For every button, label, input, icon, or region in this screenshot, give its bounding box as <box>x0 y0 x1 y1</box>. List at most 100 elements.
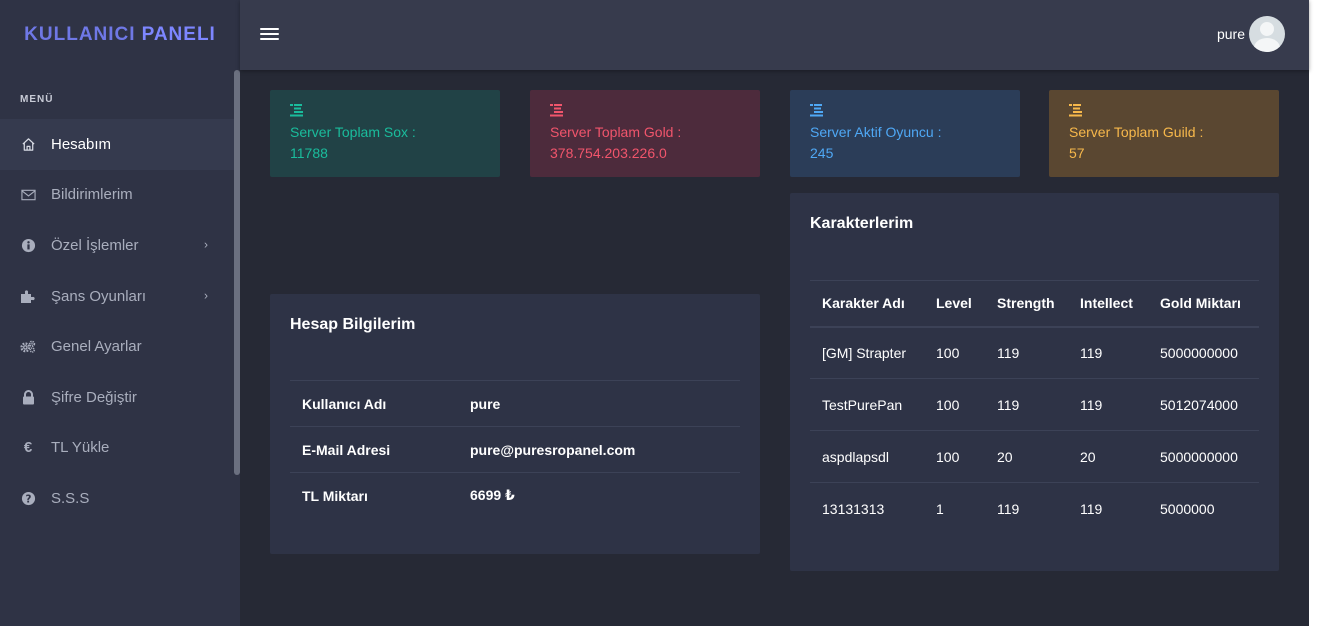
question-circle-icon: ? <box>20 490 36 506</box>
table-cell: TestPurePan <box>810 378 924 431</box>
table-cell: 100 <box>924 430 985 483</box>
info-value: pure@puresropanel.com <box>458 426 740 473</box>
stat-card-sox: Server Toplam Sox : 11788 <box>270 90 500 177</box>
sidebar-item-sss[interactable]: ? S.S.S <box>0 473 234 524</box>
euro-icon: € <box>23 439 33 457</box>
sidebar-item-label: S.S.S <box>51 489 90 507</box>
table-cell: aspdlapsdl <box>810 430 924 483</box>
table-cell: 100 <box>924 326 985 379</box>
info-label: TL Miktarı <box>290 472 458 519</box>
table-row: E-Mail Adresi pure@puresropanel.com <box>290 426 740 473</box>
stat-label: Server Toplam Sox : <box>290 124 416 140</box>
info-label: Kullanıcı Adı <box>290 380 458 427</box>
stat-label: Server Toplam Guild : <box>1069 124 1204 140</box>
envelope-icon <box>20 187 36 203</box>
table-cell: 119 <box>985 378 1068 431</box>
table-cell: 1 <box>924 482 985 535</box>
column-header: Strength <box>985 280 1068 328</box>
app-root: KULLANICI PANELI MENÜ Hesabım Bildirimle… <box>0 0 1309 626</box>
column-header: Intellect <box>1068 280 1148 328</box>
table-row: 13131313 1 119 119 5000000 <box>810 482 1259 535</box>
sidebar-item-genel-ayarlar[interactable]: Genel Ayarlar <box>0 321 234 372</box>
puzzle-icon <box>20 288 36 304</box>
svg-text:?: ? <box>25 493 31 505</box>
stat-label: Server Aktif Oyuncu : <box>810 124 942 140</box>
menu-section-title: MENÜ <box>20 94 54 105</box>
sidebar-scrollbar[interactable] <box>234 70 240 475</box>
table-header-row: Karakter Adı Level Strength Intellect Go… <box>810 280 1259 328</box>
table-row: TL Miktarı 6699 ₺ <box>290 472 740 519</box>
card-title: Hesap Bilgilerim <box>290 316 416 333</box>
sidebar-item-bildirimlerim[interactable]: Bildirimlerim <box>0 170 234 221</box>
sidebar-item-hesabim[interactable]: Hesabım <box>0 119 234 170</box>
info-circle-icon <box>20 237 36 253</box>
list-icon <box>810 104 824 118</box>
sidebar-item-label: Özel İşlemler <box>51 236 139 254</box>
sidebar-item-label: TL Yükle <box>51 439 110 457</box>
table-cell: [GM] Strapter <box>810 326 924 379</box>
stat-value: 378.754.203.226.0 <box>550 145 667 161</box>
sidebar-item-label: Genel Ayarlar <box>51 338 142 356</box>
table-cell: 5000000 <box>1148 482 1259 535</box>
topbar: pure <box>240 0 1309 70</box>
sidebar: KULLANICI PANELI MENÜ Hesabım Bildirimle… <box>0 0 240 626</box>
stat-value: 57 <box>1069 145 1085 161</box>
account-info-table: Kullanıcı Adı pure E-Mail Adresi pure@pu… <box>290 380 740 519</box>
list-icon <box>1069 104 1083 118</box>
home-icon <box>20 136 36 152</box>
info-label: E-Mail Adresi <box>290 426 458 473</box>
table-cell: 100 <box>924 378 985 431</box>
sidebar-item-label: Şifre Değiştir <box>51 388 137 406</box>
brand-part-1: KULLANICI <box>24 24 136 45</box>
table-cell: 20 <box>985 430 1068 483</box>
account-info-card: Hesap Bilgilerim Kullanıcı Adı pure E-Ma… <box>270 294 760 554</box>
sidebar-item-sifre-degistir[interactable]: Şifre Değiştir <box>0 372 234 423</box>
table-cell: 119 <box>985 326 1068 379</box>
table-row: Kullanıcı Adı pure <box>290 380 740 427</box>
sidebar-menu: Hesabım Bildirimlerim Özel İşlemler › Şa… <box>0 119 234 524</box>
table-cell: 13131313 <box>810 482 924 535</box>
lock-icon <box>20 389 36 405</box>
table-cell: 119 <box>1068 326 1148 379</box>
avatar[interactable] <box>1249 16 1285 52</box>
stat-value: 245 <box>810 145 834 161</box>
sidebar-item-tl-yukle[interactable]: € TL Yükle <box>0 423 234 474</box>
username: pure <box>1216 26 1245 42</box>
stat-card-active-players: Server Aktif Oyuncu : 245 <box>790 90 1020 177</box>
table-cell: 5012074000 <box>1148 378 1259 431</box>
brand-logo[interactable]: KULLANICI PANELI <box>0 0 240 70</box>
user-menu[interactable]: pure <box>1217 16 1285 52</box>
sidebar-item-ozel-islemler[interactable]: Özel İşlemler › <box>0 220 234 271</box>
info-value: pure <box>458 380 740 427</box>
sidebar-item-label: Şans Oyunları <box>51 287 147 305</box>
stat-card-gold: Server Toplam Gold : 378.754.203.226.0 <box>530 90 760 177</box>
stat-label: Server Toplam Gold : <box>550 124 682 140</box>
menu-toggle-icon[interactable] <box>260 26 280 42</box>
table-cell: 119 <box>1068 378 1148 431</box>
list-icon <box>550 104 564 118</box>
info-value: 6699 ₺ <box>458 472 740 519</box>
column-header: Karakter Adı <box>810 280 924 328</box>
table-row: aspdlapsdl 100 20 20 5000000000 <box>810 430 1259 483</box>
gears-icon <box>20 339 36 355</box>
chevron-right-icon: › <box>204 237 208 252</box>
list-icon <box>290 104 304 118</box>
table-cell: 119 <box>985 482 1068 535</box>
table-cell: 119 <box>1068 482 1148 535</box>
stat-value: 11788 <box>290 145 328 161</box>
table-cell: 5000000000 <box>1148 430 1259 483</box>
characters-table: Karakter Adı Level Strength Intellect Go… <box>810 280 1259 535</box>
table-cell: 5000000000 <box>1148 326 1259 379</box>
sidebar-item-label: Bildirimlerim <box>51 186 133 204</box>
stat-card-guild: Server Toplam Guild : 57 <box>1049 90 1279 177</box>
column-header: Gold Miktarı <box>1148 280 1259 328</box>
sidebar-item-label: Hesabım <box>51 135 112 153</box>
brand-part-2: PANELI <box>141 24 216 45</box>
table-row: [GM] Strapter 100 119 119 5000000000 <box>810 326 1259 379</box>
table-row: TestPurePan 100 119 119 5012074000 <box>810 378 1259 431</box>
characters-card: Karakterlerim Karakter Adı Level Strengt… <box>790 193 1279 571</box>
column-header: Level <box>924 280 985 328</box>
table-cell: 20 <box>1068 430 1148 483</box>
sidebar-item-sans-oyunlari[interactable]: Şans Oyunları › <box>0 271 234 322</box>
chevron-right-icon: › <box>204 288 208 303</box>
